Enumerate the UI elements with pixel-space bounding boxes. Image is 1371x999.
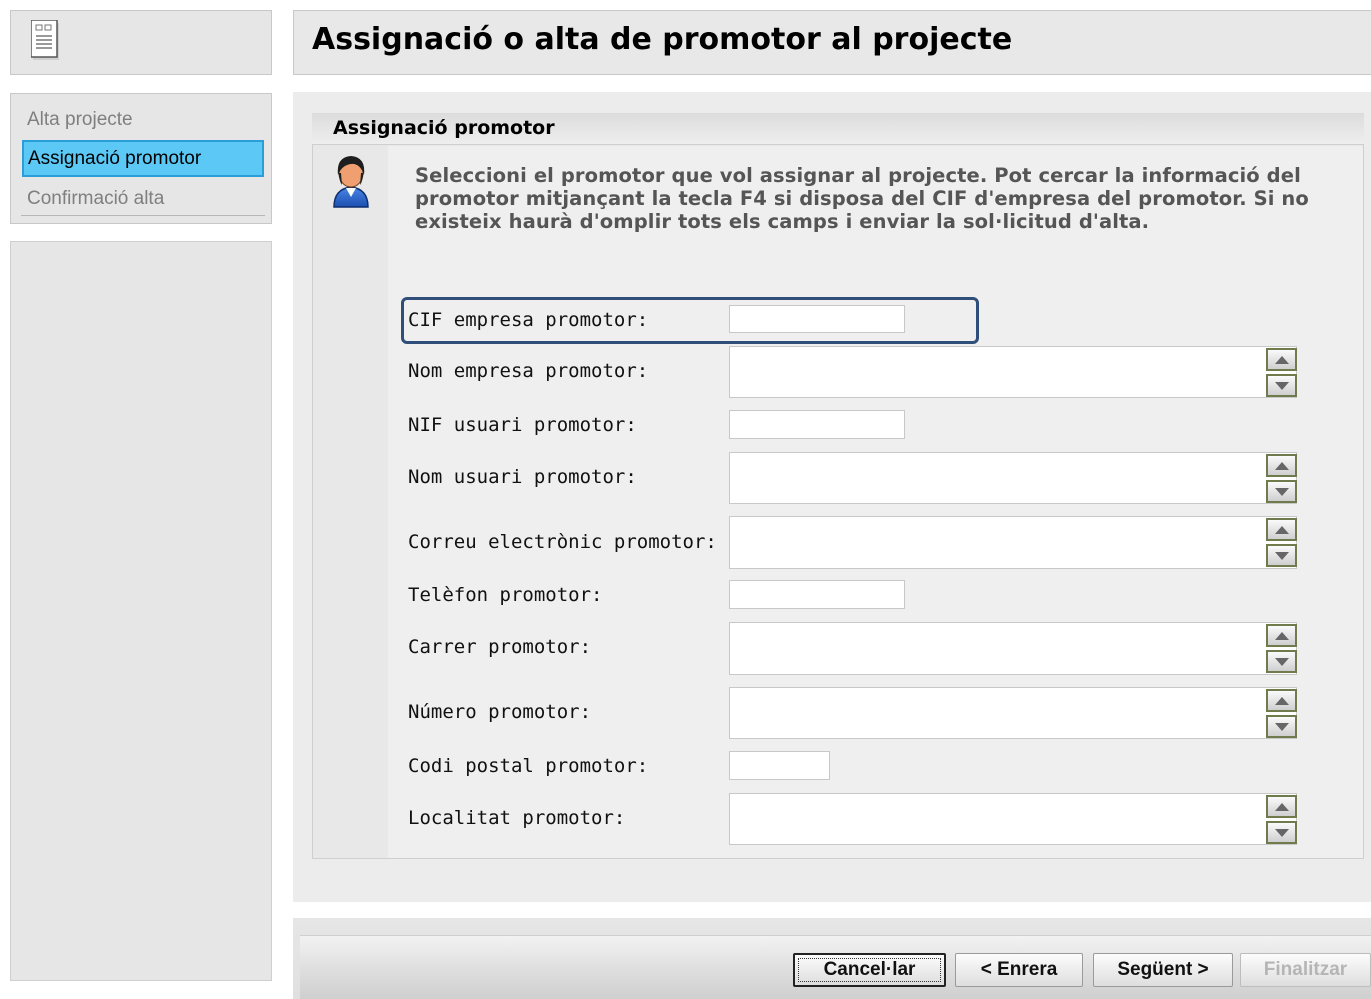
next-button[interactable]: Següent > [1093,953,1233,987]
arrow-up-icon[interactable] [1266,689,1297,712]
label-numero: Número promotor: [408,701,592,723]
arrow-up-icon[interactable] [1266,624,1297,647]
numero-scroll[interactable] [1266,689,1297,739]
label-nif-usuari: NIF usuari promotor: [408,414,637,436]
back-button-label: < Enrera [980,959,1058,980]
arrow-down-icon[interactable] [1266,650,1297,673]
arrow-up-icon[interactable] [1266,348,1297,371]
arrow-down-icon[interactable] [1266,480,1297,503]
document-icon [31,20,59,60]
label-localitat: Localitat promotor: [408,807,626,829]
finish-button[interactable]: Finalitzar [1240,953,1371,987]
cif-highlight-frame [401,297,979,344]
nav-step-alta-projecte[interactable]: Alta projecte [22,101,264,138]
label-nom-usuari: Nom usuari promotor: [408,466,637,488]
label-carrer: Carrer promotor: [408,636,592,658]
nom-empresa-input[interactable] [729,346,1297,398]
section-title: Assignació promotor [333,117,555,139]
nom-empresa-scroll[interactable] [1266,348,1297,398]
next-button-label: Següent > [1117,959,1209,980]
arrow-up-icon[interactable] [1266,795,1297,818]
intro-text: Seleccioni el promotor que vol assignar … [415,164,1309,233]
localitat-scroll[interactable] [1266,795,1297,845]
label-codi-postal: Codi postal promotor: [408,755,649,777]
label-correu: Correu electrònic promotor: [408,531,717,553]
numero-input[interactable] [729,687,1297,739]
nif-usuari-input[interactable] [729,410,905,439]
arrow-down-icon[interactable] [1266,374,1297,397]
carrer-scroll[interactable] [1266,624,1297,674]
nom-usuari-input[interactable] [729,452,1297,504]
carrer-input[interactable] [729,622,1297,675]
codi-postal-input[interactable] [729,751,830,780]
label-nom-empresa: Nom empresa promotor: [408,360,649,382]
back-button[interactable]: < Enrera [955,953,1083,987]
page-title: Assignació o alta de promotor al project… [312,22,1013,57]
nom-usuari-scroll[interactable] [1266,454,1297,504]
wizard-steps-nav: Alta projecte Assignació promotor Confir… [10,93,272,224]
localitat-input[interactable] [729,793,1297,845]
arrow-down-icon[interactable] [1266,821,1297,844]
arrow-down-icon[interactable] [1266,544,1297,567]
arrow-down-icon[interactable] [1266,715,1297,738]
nav-step-assignacio-promotor[interactable]: Assignació promotor [22,140,264,177]
arrow-up-icon[interactable] [1266,518,1297,541]
left-panel [10,241,272,981]
arrow-up-icon[interactable] [1266,454,1297,477]
label-telefon: Telèfon promotor: [408,584,603,606]
cancel-button[interactable]: Cancel·lar [793,953,946,987]
correu-input[interactable] [729,516,1297,569]
nav-divider [21,215,265,216]
telefon-input[interactable] [729,580,905,609]
finish-button-label: Finalitzar [1263,959,1348,980]
nav-step-confirmacio-alta[interactable]: Confirmació alta [22,180,264,217]
focus-ring [798,958,941,982]
correu-scroll[interactable] [1266,518,1297,568]
user-icon [333,156,369,208]
